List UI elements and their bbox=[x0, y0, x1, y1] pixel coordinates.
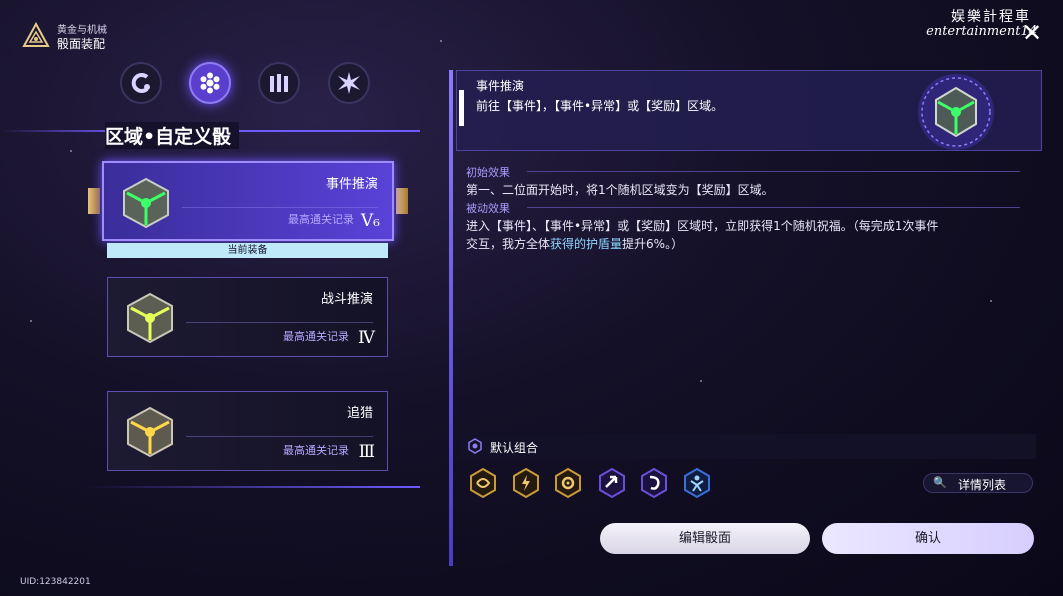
background-star bbox=[990, 300, 992, 302]
record-label: 最高通关记录 bbox=[283, 330, 349, 343]
figure-blue-icon[interactable] bbox=[681, 467, 713, 499]
record-value: Ⅳ bbox=[358, 328, 375, 348]
tab-pillars[interactable] bbox=[258, 62, 300, 104]
combo-icon bbox=[468, 438, 482, 454]
initial-effect-label: 初始效果 bbox=[466, 166, 510, 179]
c-ring-icon bbox=[131, 73, 150, 93]
pillars-icon bbox=[270, 74, 288, 92]
detail-list-button[interactable]: 🔍 详情列表 bbox=[923, 473, 1033, 493]
card-decoration bbox=[186, 322, 373, 323]
record-label: 最高通关记录 bbox=[283, 444, 349, 457]
arrow-purple-icon[interactable] bbox=[596, 467, 628, 499]
die-card-event[interactable]: 事件推演 最高通关记录 V₆ bbox=[102, 161, 394, 241]
detail-title: 事件推演 bbox=[476, 79, 525, 93]
die-icon-event bbox=[123, 177, 169, 229]
hexagon-cluster-icon bbox=[200, 72, 220, 94]
card-decoration bbox=[186, 436, 373, 437]
combo-header bbox=[462, 434, 1036, 459]
gear-gold-icon[interactable] bbox=[552, 467, 584, 499]
background-star bbox=[440, 40, 442, 42]
detail-description: 前往【事件】，【事件•异常】或【奖励】区域。 bbox=[476, 99, 724, 113]
background-star bbox=[30, 320, 32, 322]
card-name: 战斗推演 bbox=[320, 292, 373, 307]
card-name: 事件推演 bbox=[325, 177, 378, 192]
search-icon: 🔍 bbox=[933, 476, 947, 489]
die-icon-combat bbox=[127, 292, 173, 344]
background-star bbox=[700, 380, 702, 382]
passive-effect-text-2: 交互，我方全体获得的护盾量提升6%。） bbox=[466, 235, 683, 253]
edit-die-button[interactable]: 编辑骰面 bbox=[600, 523, 810, 554]
bolt-gold-icon[interactable] bbox=[510, 467, 542, 499]
card-decoration bbox=[182, 207, 378, 208]
die-icon-hunt bbox=[127, 406, 173, 458]
tab-starburst[interactable] bbox=[328, 62, 370, 104]
passive-text-part: 交互，我方全体 bbox=[466, 237, 551, 251]
passive-effect-text-1: 进入【事件】、【事件•异常】或【奖励】区域时，立即获得1个随机祝福。（每完成1次… bbox=[466, 219, 939, 233]
hook-purple-icon[interactable] bbox=[638, 467, 670, 499]
passive-text-part: 提升6%。） bbox=[622, 237, 684, 251]
header-subtitle: 黄金与机械 bbox=[57, 25, 107, 36]
header-title: 骰面装配 bbox=[57, 37, 106, 51]
label-divider bbox=[527, 207, 1020, 208]
gold-and-gears-emblem-icon bbox=[22, 22, 50, 47]
record-value: V₆ bbox=[360, 211, 380, 231]
background-star bbox=[70, 150, 72, 152]
close-icon[interactable]: ✕ bbox=[1019, 20, 1045, 46]
record-value: Ⅲ bbox=[358, 442, 375, 462]
section-title: 区域•自定义骰 bbox=[105, 122, 240, 149]
panel-accent-bar bbox=[459, 90, 464, 126]
selected-die-icon bbox=[918, 74, 994, 150]
die-card-hunt[interactable]: 追猎 最高通关记录 Ⅲ bbox=[107, 391, 388, 471]
shield-highlight: 获得的护盾量 bbox=[550, 237, 623, 251]
detail-list-label: 详情列表 bbox=[958, 478, 1007, 492]
record-label: 最高通关记录 bbox=[288, 213, 354, 226]
bottom-divider bbox=[80, 486, 420, 488]
confirm-button[interactable]: 确认 bbox=[822, 523, 1034, 554]
passive-effect-label: 被动效果 bbox=[466, 202, 510, 215]
starburst-icon bbox=[338, 72, 360, 94]
panel-divider bbox=[449, 70, 453, 566]
equipped-badge: 当前装备 bbox=[107, 243, 388, 258]
label-divider bbox=[527, 171, 1020, 172]
swirl-gold-icon[interactable] bbox=[467, 467, 499, 499]
initial-effect-text: 第一、二位面开始时，将1个随机区域变为【奖励】区域。 bbox=[466, 183, 774, 197]
uid-label: UID:123842201 bbox=[20, 577, 91, 587]
left-slot-marker bbox=[88, 188, 100, 214]
right-slot-marker bbox=[396, 188, 408, 214]
combo-title: 默认组合 bbox=[490, 441, 539, 455]
tab-hexagon-cluster[interactable] bbox=[189, 62, 231, 104]
card-name: 追猎 bbox=[346, 406, 373, 421]
die-card-combat[interactable]: 战斗推演 最高通关记录 Ⅳ bbox=[107, 277, 388, 357]
tab-c-ring[interactable] bbox=[120, 62, 162, 104]
